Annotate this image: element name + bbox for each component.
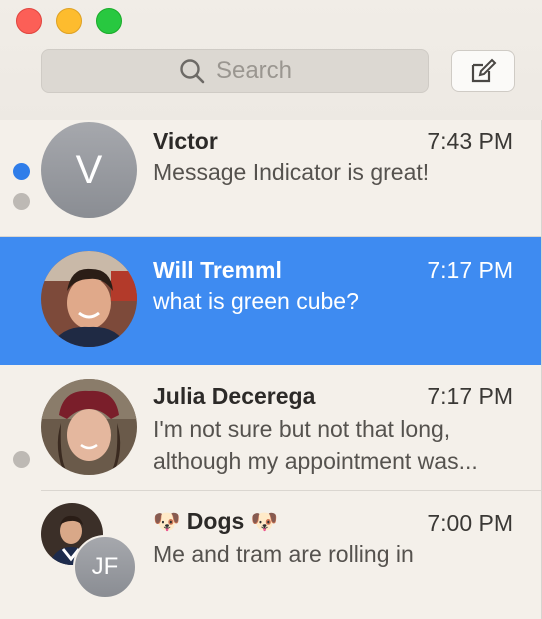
avatar: V xyxy=(41,122,137,218)
message-time: 7:17 PM xyxy=(427,383,513,409)
avatar-photo xyxy=(41,379,137,475)
message-time: 7:00 PM xyxy=(427,510,513,536)
close-window-button[interactable] xyxy=(16,8,42,34)
group-member-initials: JF xyxy=(73,535,137,599)
minimize-window-button[interactable] xyxy=(56,8,82,34)
dog-emoji-icon: 🐶 xyxy=(153,509,181,534)
avatar xyxy=(41,379,137,475)
search-icon xyxy=(180,59,205,84)
avatar-initials: V xyxy=(75,147,103,192)
contact-name: Dogs xyxy=(186,508,245,534)
secondary-indicator xyxy=(13,193,30,210)
message-preview-line-2: although my appointment was... xyxy=(153,448,478,474)
search-placeholder: Search xyxy=(215,57,293,84)
divider xyxy=(41,490,542,491)
avatar-photo xyxy=(41,251,137,347)
contact-name: Victor xyxy=(153,128,218,154)
dog-emoji-icon: 🐶 xyxy=(250,509,279,534)
compose-icon xyxy=(471,58,497,83)
conversation-row[interactable]: Julia Decerega 7:17 PM I'm not sure but … xyxy=(0,365,541,493)
message-preview-line-1: I'm not sure but not that long, xyxy=(153,416,451,442)
message-time: 7:17 PM xyxy=(427,257,513,283)
message-preview: Me and tram are rolling in xyxy=(153,541,414,567)
unread-indicator xyxy=(13,163,30,180)
contact-name: Will Tremml xyxy=(153,257,282,283)
contact-name: Julia Decerega xyxy=(153,383,316,409)
group-name: 🐶 Dogs 🐶 xyxy=(153,508,278,535)
title-bar: Search xyxy=(0,0,542,120)
group-avatar: JF xyxy=(41,503,141,603)
zoom-window-button[interactable] xyxy=(96,8,122,34)
conversation-row-selected[interactable]: Will Tremml 7:17 PM what is green cube? xyxy=(0,237,541,365)
messages-window: Search V Victor 7:43 PM Message Indicato… xyxy=(0,0,542,619)
secondary-indicator xyxy=(13,451,30,468)
search-field[interactable]: Search xyxy=(41,49,429,93)
conversation-row[interactable]: V Victor 7:43 PM Message Indicator is gr… xyxy=(0,108,541,236)
compose-button[interactable] xyxy=(451,50,515,92)
message-time: 7:43 PM xyxy=(427,128,513,154)
avatar xyxy=(41,251,137,347)
message-preview: what is green cube? xyxy=(153,288,359,314)
message-preview: Message Indicator is great! xyxy=(153,159,430,185)
